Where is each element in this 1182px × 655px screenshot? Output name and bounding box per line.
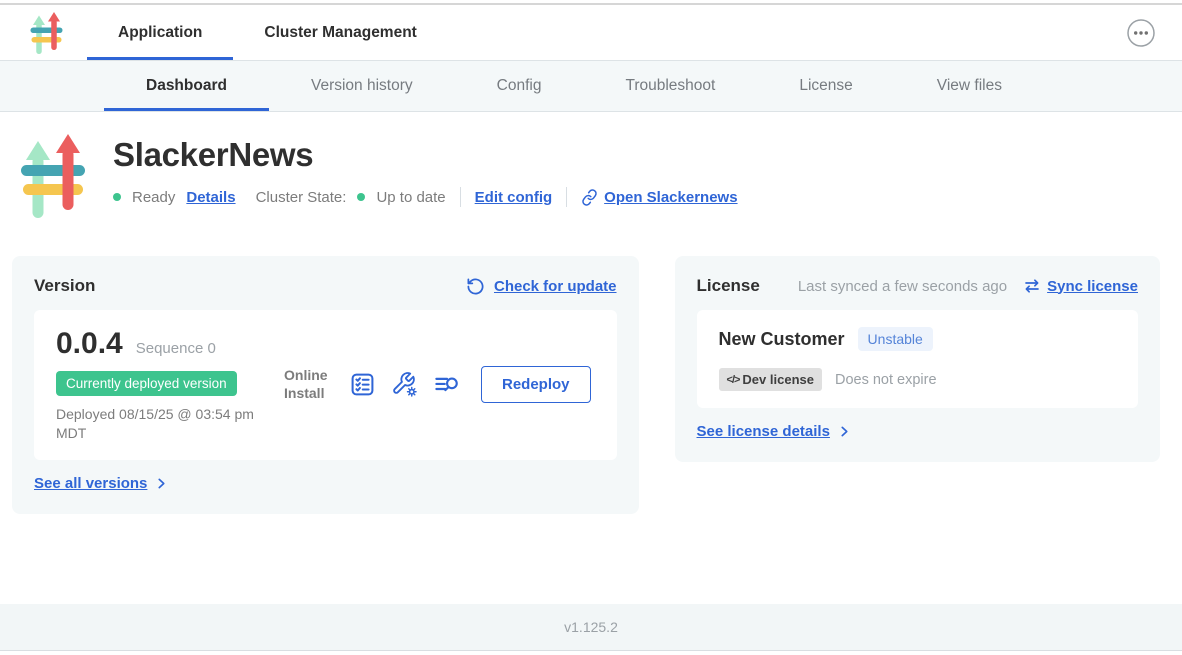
app-header: SlackerNews Ready Details Cluster State:… bbox=[0, 112, 1182, 220]
app-logo-large bbox=[20, 132, 86, 220]
subnav-version-history-label: Version history bbox=[311, 77, 413, 95]
console-version-label: v1.125.2 bbox=[564, 619, 618, 635]
subnav-item-dashboard[interactable]: Dashboard bbox=[104, 61, 269, 111]
see-license-details-label: See license details bbox=[697, 423, 830, 440]
link-icon bbox=[580, 187, 599, 206]
see-all-versions-link[interactable]: See all versions bbox=[34, 475, 617, 492]
tab-application[interactable]: Application bbox=[87, 5, 233, 60]
overflow-menu-button[interactable] bbox=[1126, 18, 1156, 48]
sync-license-label: Sync license bbox=[1047, 278, 1138, 295]
preflight-checks-icon[interactable] bbox=[349, 371, 376, 398]
app-title: SlackerNews bbox=[113, 136, 738, 174]
license-card: License Last synced a few seconds ago Sy… bbox=[675, 256, 1160, 462]
chevron-right-icon bbox=[154, 476, 169, 491]
install-type-label: Online Install bbox=[284, 367, 334, 402]
tab-cluster-management[interactable]: Cluster Management bbox=[233, 5, 447, 60]
cluster-state-value: Up to date bbox=[376, 189, 445, 206]
app-logo-icon[interactable] bbox=[30, 11, 63, 55]
app-status-label: Ready bbox=[132, 189, 175, 206]
edit-config-link[interactable]: Edit config bbox=[475, 189, 553, 206]
version-number: 0.0.4 bbox=[56, 327, 123, 361]
deployed-timestamp: Deployed 08/15/25 @ 03:54 pm MDT bbox=[56, 405, 274, 443]
subnav-troubleshoot-label: Troubleshoot bbox=[625, 77, 715, 95]
license-type-badge: </> Dev license bbox=[719, 368, 822, 391]
open-app-link[interactable]: Open Slackernews bbox=[581, 189, 737, 206]
deployed-badge: Currently deployed version bbox=[56, 371, 237, 396]
subnav-view-files-label: View files bbox=[937, 77, 1002, 95]
current-version-box: 0.0.4 Sequence 0 Currently deployed vers… bbox=[34, 310, 617, 460]
subnav-item-config[interactable]: Config bbox=[455, 61, 584, 111]
subnav-license-label: License bbox=[799, 77, 852, 95]
config-wrench-icon[interactable] bbox=[391, 371, 418, 398]
license-expiry-label: Does not expire bbox=[835, 372, 937, 388]
channel-badge: Unstable bbox=[858, 327, 933, 351]
license-summary-box: New Customer Unstable </> Dev license Do… bbox=[697, 310, 1138, 408]
app-footer: v1.125.2 bbox=[0, 604, 1182, 651]
top-nav: Application Cluster Management bbox=[0, 5, 1182, 61]
see-all-versions-label: See all versions bbox=[34, 475, 147, 492]
tab-application-label: Application bbox=[118, 24, 202, 42]
check-for-update-link[interactable]: Check for update bbox=[466, 277, 617, 296]
details-link[interactable]: Details bbox=[186, 189, 235, 206]
subnav-dashboard-label: Dashboard bbox=[146, 77, 227, 95]
dashboard-cards: Version Check for update 0.0.4 Sequence … bbox=[0, 220, 1182, 514]
cluster-state-dot bbox=[357, 193, 365, 201]
version-card: Version Check for update 0.0.4 Sequence … bbox=[12, 256, 639, 514]
app-status-row: Ready Details Cluster State: Up to date … bbox=[113, 187, 738, 207]
sequence-label: Sequence 0 bbox=[136, 340, 216, 357]
redeploy-button[interactable]: Redeploy bbox=[481, 366, 591, 403]
refresh-icon bbox=[466, 277, 485, 296]
subnav-item-license[interactable]: License bbox=[757, 61, 894, 111]
subnav-item-version-history[interactable]: Version history bbox=[269, 61, 455, 111]
open-app-label: Open Slackernews bbox=[604, 189, 737, 206]
main-content: SlackerNews Ready Details Cluster State:… bbox=[0, 112, 1182, 604]
top-nav-tabs: Application Cluster Management bbox=[87, 5, 448, 60]
subnav-item-troubleshoot[interactable]: Troubleshoot bbox=[583, 61, 757, 111]
chevron-right-icon bbox=[837, 424, 852, 439]
divider bbox=[566, 187, 567, 207]
sync-license-link[interactable]: Sync license bbox=[1023, 277, 1138, 295]
divider bbox=[460, 187, 461, 207]
check-for-update-label: Check for update bbox=[494, 278, 617, 295]
license-type-label: Dev license bbox=[742, 372, 814, 387]
ellipsis-icon bbox=[1126, 18, 1156, 48]
last-synced-label: Last synced a few seconds ago bbox=[798, 278, 1007, 295]
sync-arrows-icon bbox=[1023, 277, 1041, 295]
cluster-state-label: Cluster State: bbox=[256, 189, 347, 206]
subnav-config-label: Config bbox=[497, 77, 542, 95]
app-status-dot bbox=[113, 193, 121, 201]
license-card-title: License bbox=[697, 276, 760, 296]
app-subnav: Dashboard Version history Config Trouble… bbox=[0, 61, 1182, 112]
code-icon: </> bbox=[727, 374, 740, 386]
subnav-item-view-files[interactable]: View files bbox=[895, 61, 1044, 111]
customer-name: New Customer bbox=[719, 329, 845, 350]
version-card-title: Version bbox=[34, 276, 95, 296]
see-license-details-link[interactable]: See license details bbox=[697, 423, 1138, 440]
deploy-logs-icon[interactable] bbox=[433, 371, 460, 398]
tab-cluster-management-label: Cluster Management bbox=[264, 24, 416, 42]
